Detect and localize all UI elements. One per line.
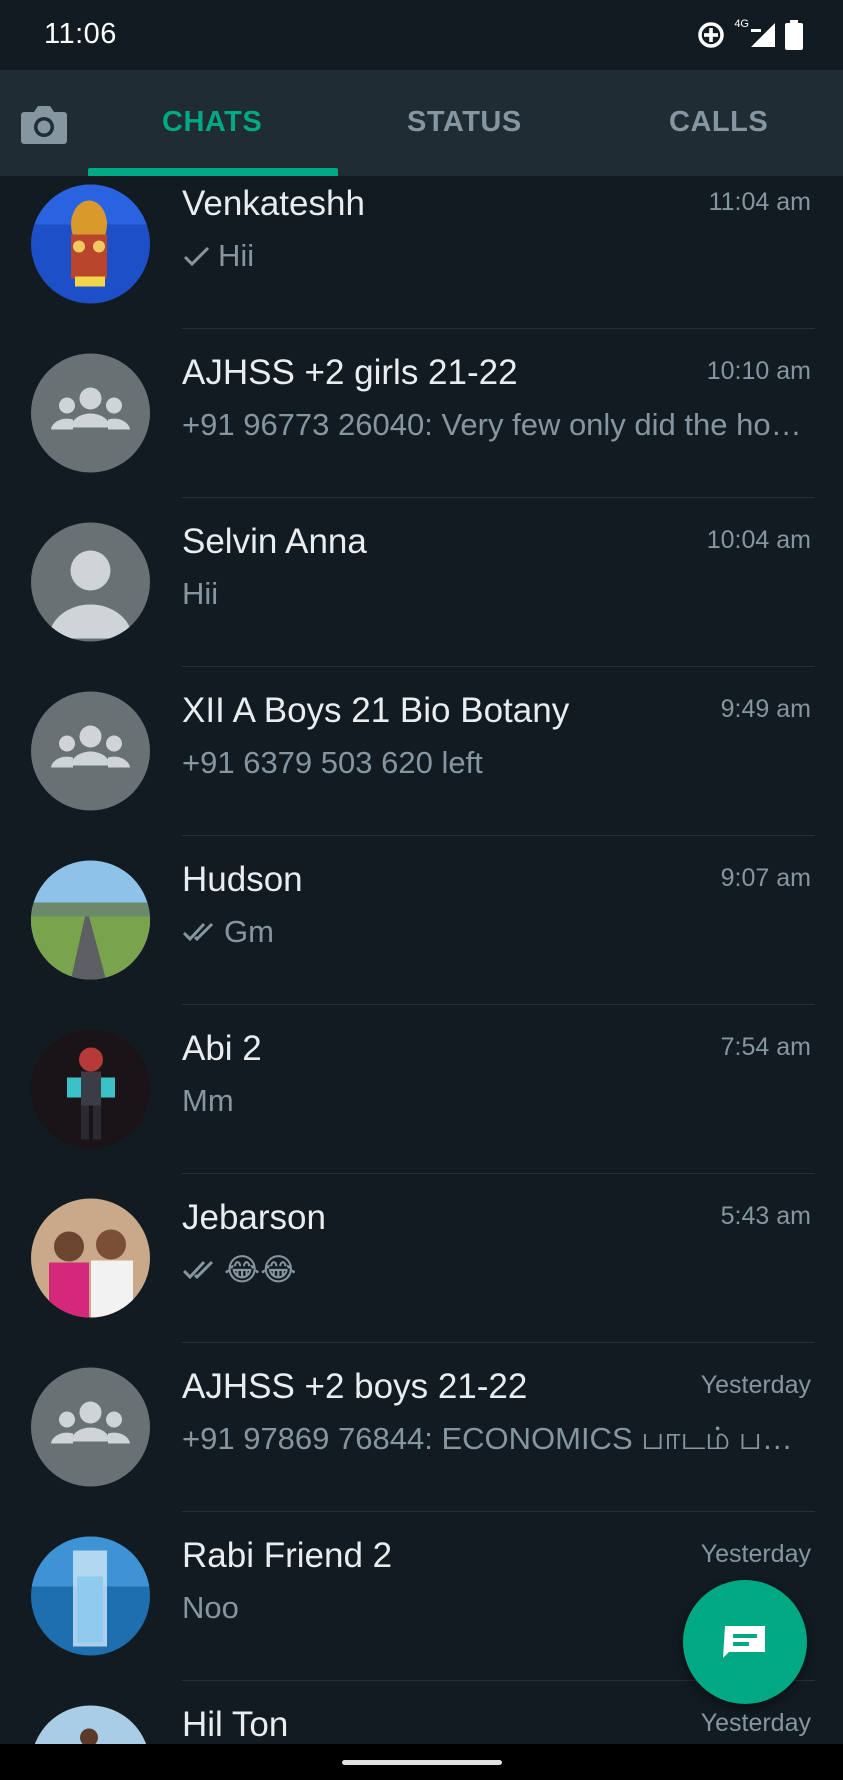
- chat-time: 10:04 am: [706, 526, 811, 554]
- camera-button[interactable]: [20, 100, 68, 146]
- chat-name: Jebarson: [182, 1198, 326, 1237]
- avatar[interactable]: [31, 1705, 150, 1744]
- chat-time: 9:49 am: [720, 695, 811, 723]
- battery-icon: [785, 20, 803, 50]
- chat-name: Rabi Friend 2: [182, 1536, 393, 1575]
- status-icons: 4G: [696, 18, 803, 52]
- chat-message: Noo: [182, 1590, 239, 1625]
- chat-time: 11:04 am: [708, 188, 811, 216]
- chat-row-selvin-anna[interactable]: Selvin Anna 10:04 am Hii: [0, 498, 843, 667]
- chat-row-ajhss-girls[interactable]: AJHSS +2 girls 21-22 10:10 am +91 96773 …: [0, 329, 843, 498]
- camera-icon: [21, 106, 67, 144]
- chat-list[interactable]: Venkateshh 11:04 am Hii AJHSS +2 girls 2…: [0, 176, 843, 1744]
- chat-preview: Gm: [182, 914, 812, 950]
- chat-row-abi-2[interactable]: Abi 2 7:54 am Mm: [0, 1005, 843, 1174]
- status-bar: 11:06 4G: [0, 0, 843, 70]
- tab-status[interactable]: STATUS: [407, 106, 522, 139]
- chat-name: Abi 2: [182, 1029, 262, 1068]
- avatar-photo: [31, 1536, 150, 1656]
- chat-time: 5:43 am: [720, 1202, 811, 1230]
- chat-preview: +91 97869 76844: ECONOMICS பாடம் படிக்கவ…: [182, 1421, 812, 1461]
- chat-preview: Mm: [182, 1083, 812, 1119]
- chat-time: Yesterday: [700, 1709, 811, 1737]
- chat-message: 😂😂: [224, 1252, 297, 1287]
- chat-row-ajhss-boys[interactable]: AJHSS +2 boys 21-22 Yesterday +91 97869 …: [0, 1343, 843, 1512]
- chat-preview: Hii: [182, 576, 812, 612]
- status-time: 11:06: [44, 18, 117, 50]
- avatar[interactable]: [31, 522, 150, 642]
- avatar[interactable]: [31, 1367, 150, 1487]
- system-navigation-bar: [0, 1744, 843, 1780]
- group-icon: [31, 353, 150, 473]
- avatar[interactable]: [31, 860, 150, 980]
- chat-name: Hil Ton: [182, 1705, 289, 1744]
- tab-chats[interactable]: CHATS: [162, 106, 262, 139]
- chat-message: Hii: [182, 576, 219, 611]
- new-chat-icon: [723, 1626, 765, 1658]
- sent-check-icon: [183, 246, 210, 267]
- chat-time: 9:07 am: [720, 864, 811, 892]
- chat-message: Hii: [218, 238, 255, 273]
- avatar[interactable]: [31, 691, 150, 811]
- home-indicator[interactable]: [342, 1760, 502, 1765]
- signal-icon: [751, 23, 775, 47]
- tab-calls[interactable]: CALLS: [669, 106, 768, 139]
- data-saver-icon: [698, 22, 725, 48]
- chat-preview: +91 96773 26040: Very few only did the h…: [182, 407, 812, 443]
- avatar-photo: [31, 1705, 150, 1744]
- chat-preview: Hii: [182, 238, 812, 274]
- chat-time: Yesterday: [700, 1371, 811, 1399]
- chat-row-xii-a-boys[interactable]: XII A Boys 21 Bio Botany 9:49 am +91 637…: [0, 667, 843, 836]
- chat-name: Selvin Anna: [182, 522, 367, 561]
- avatar[interactable]: [31, 1029, 150, 1149]
- chat-message: Mm: [182, 1083, 234, 1118]
- avatar-photo: [31, 184, 150, 304]
- new-chat-button[interactable]: [683, 1580, 807, 1704]
- avatar[interactable]: [31, 1536, 150, 1656]
- chat-message: +91 97869 76844: ECONOMICS பாடம் படிக்கவ…: [182, 1421, 812, 1456]
- chat-message: Gm: [224, 914, 274, 949]
- chat-time: Yesterday: [700, 1540, 811, 1568]
- chat-name: AJHSS +2 boys 21-22: [182, 1367, 528, 1406]
- group-icon: [31, 691, 150, 811]
- chat-row-jebarson[interactable]: Jebarson 5:43 am 😂😂: [0, 1174, 843, 1343]
- chat-preview: +91 6379 503 620 left: [182, 745, 812, 781]
- avatar[interactable]: [31, 184, 150, 304]
- chat-name: XII A Boys 21 Bio Botany: [182, 691, 570, 730]
- double-check-icon: [182, 922, 214, 942]
- chat-row-hudson[interactable]: Hudson 9:07 am Gm: [0, 836, 843, 1005]
- avatar[interactable]: [31, 353, 150, 473]
- network-type-label: 4G: [734, 18, 749, 30]
- chat-message: +91 6379 503 620 left: [182, 745, 483, 780]
- app-header: CHATS STATUS CALLS: [0, 70, 843, 176]
- person-icon: [31, 522, 150, 642]
- double-check-icon: [182, 1260, 214, 1280]
- chat-name: Hudson: [182, 860, 303, 899]
- chat-time: 7:54 am: [720, 1033, 811, 1061]
- group-icon: [31, 1367, 150, 1487]
- chat-name: Venkateshh: [182, 184, 365, 223]
- chat-time: 10:10 am: [706, 357, 811, 385]
- chat-name: AJHSS +2 girls 21-22: [182, 353, 518, 392]
- avatar-photo: [31, 1198, 150, 1318]
- chat-message: +91 96773 26040: Very few only did the h…: [182, 407, 812, 442]
- chat-preview: 😂😂: [182, 1252, 812, 1288]
- avatar-photo: [31, 860, 150, 980]
- active-tab-indicator: [88, 168, 338, 176]
- avatar-photo: [31, 1029, 150, 1149]
- avatar[interactable]: [31, 1198, 150, 1318]
- chat-row-venkateshh[interactable]: Venkateshh 11:04 am Hii: [0, 176, 843, 329]
